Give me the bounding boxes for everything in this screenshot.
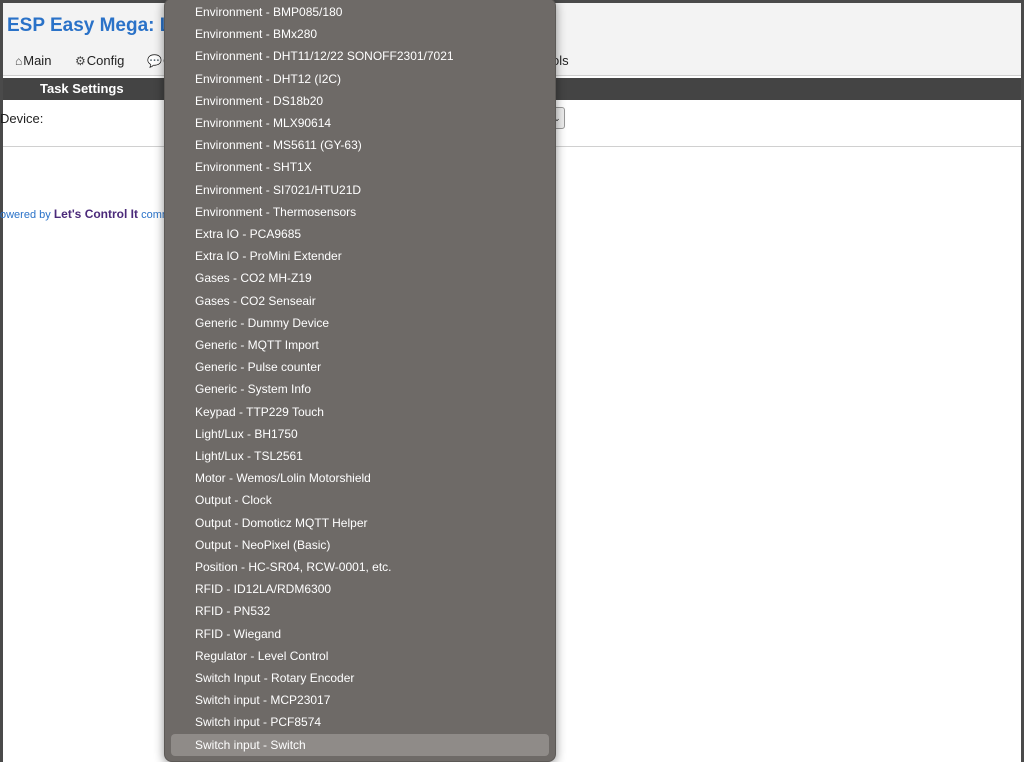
dropdown-option[interactable]: Environment - BMP085/180 xyxy=(171,1,549,23)
dropdown-option[interactable]: Environment - MS5611 (GY-63) xyxy=(171,134,549,156)
footer-brand-link[interactable]: Let's Control It xyxy=(54,207,138,221)
dropdown-option[interactable]: Environment - DS18b20 xyxy=(171,90,549,112)
dropdown-option[interactable]: Switch Input - Rotary Encoder xyxy=(171,667,549,689)
dropdown-option[interactable]: Position - HC-SR04, RCW-0001, etc. xyxy=(171,556,549,578)
dropdown-option[interactable]: Environment - Thermosensors xyxy=(171,201,549,223)
dropdown-option[interactable]: Extra IO - ProMini Extender xyxy=(171,245,549,267)
dropdown-option[interactable]: Output - Clock xyxy=(171,489,549,511)
dropdown-option[interactable]: RFID - ID12LA/RDM6300 xyxy=(171,578,549,600)
gear-icon: ⚙ xyxy=(75,54,86,68)
dropdown-option[interactable]: Output - NeoPixel (Basic) xyxy=(171,534,549,556)
dropdown-option[interactable]: Gases - CO2 MH-Z19 xyxy=(171,267,549,289)
dropdown-option[interactable]: Output - Domoticz MQTT Helper xyxy=(171,512,549,534)
dropdown-option[interactable]: RFID - PN532 xyxy=(171,600,549,622)
dropdown-option[interactable]: Generic - System Info xyxy=(171,378,549,400)
footer-prefix: owered by xyxy=(0,209,51,221)
dropdown-option[interactable]: Extra IO - PCA9685 xyxy=(171,223,549,245)
dropdown-option[interactable]: Environment - MLX90614 xyxy=(171,112,549,134)
dropdown-option[interactable]: Light/Lux - TSL2561 xyxy=(171,445,549,467)
home-icon: ⌂ xyxy=(15,54,23,68)
speech-bubble-icon: 💬 xyxy=(147,54,162,68)
dropdown-option[interactable]: Generic - Dummy Device xyxy=(171,312,549,334)
nav-main[interactable]: ⌂Main xyxy=(15,53,51,68)
dropdown-option[interactable]: Generic - Pulse counter xyxy=(171,356,549,378)
dropdown-option[interactable]: Environment - DHT12 (I2C) xyxy=(171,68,549,90)
dropdown-option[interactable]: Switch input - PCF8574 xyxy=(171,711,549,733)
device-label: Device: xyxy=(0,111,44,126)
dropdown-option[interactable]: Gases - CO2 Senseair xyxy=(171,290,549,312)
nav-main-label: Main xyxy=(23,53,52,68)
dropdown-option[interactable]: RFID - Wiegand xyxy=(171,623,549,645)
dropdown-option[interactable]: Keypad - TTP229 Touch xyxy=(171,401,549,423)
dropdown-option[interactable]: Environment - SHT1X xyxy=(171,156,549,178)
dropdown-option[interactable]: Generic - MQTT Import xyxy=(171,334,549,356)
device-dropdown-list[interactable]: Environment - BMP085/180 Environment - BM… xyxy=(164,0,556,762)
nav-config-label: Config xyxy=(86,53,125,68)
dropdown-option[interactable]: Motor - Wemos/Lolin Motorshield xyxy=(171,467,549,489)
dropdown-option[interactable]: Environment - BMx280 xyxy=(171,23,549,45)
dropdown-option[interactable]: Switch input - MCP23017 xyxy=(171,689,549,711)
dropdown-option[interactable]: Environment - DHT11/12/22 SONOFF2301/702… xyxy=(171,45,549,67)
dropdown-option[interactable]: Environment - SI7021/HTU21D xyxy=(171,179,549,201)
dropdown-option[interactable]: Switch input - Switch xyxy=(171,733,549,756)
task-settings-title: Task Settings xyxy=(40,81,124,96)
browser-page: ESP Easy Mega: LCD ⌂Main ⚙Config 💬C ols … xyxy=(0,0,1024,762)
dropdown-option[interactable]: Regulator - Level Control xyxy=(171,645,549,667)
nav-config[interactable]: ⚙Config xyxy=(75,53,124,68)
footer: owered by Let's Control It comm xyxy=(0,207,171,221)
dropdown-option[interactable]: Light/Lux - BH1750 xyxy=(171,423,549,445)
